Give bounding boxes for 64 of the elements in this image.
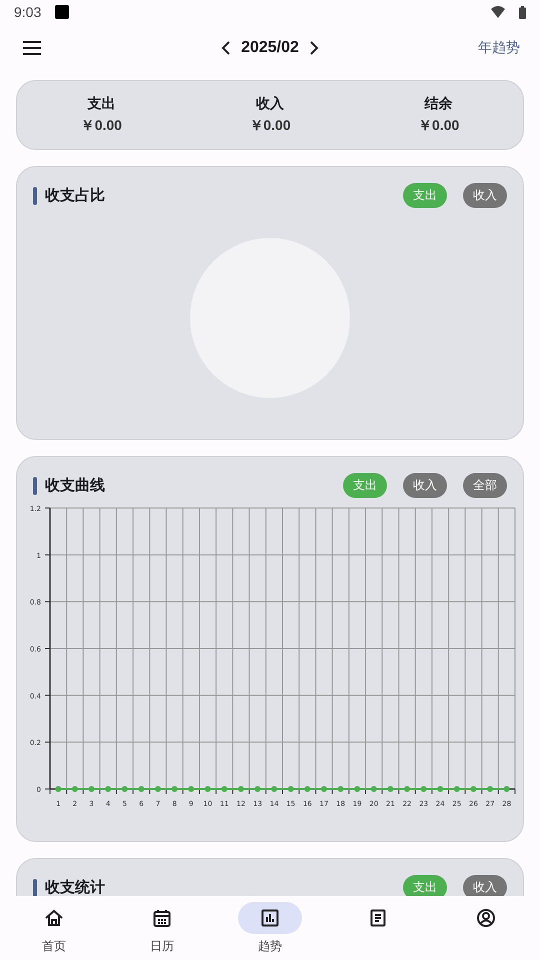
data-point xyxy=(338,786,344,792)
data-point xyxy=(271,786,278,792)
nav-item[interactable]: 日历 xyxy=(108,896,216,960)
calendar-icon xyxy=(152,908,172,928)
title-accent-bar xyxy=(33,476,37,494)
data-point xyxy=(138,786,144,792)
data-point xyxy=(172,786,178,792)
status-time: 9:03 xyxy=(14,4,42,20)
data-point xyxy=(72,786,78,792)
summary-label: 支出 xyxy=(87,95,116,113)
wifi-icon xyxy=(491,6,505,18)
summary-amount: ￥0.00 xyxy=(249,117,291,135)
card-title: 收支统计 xyxy=(45,878,106,896)
title-accent-bar xyxy=(33,878,37,896)
data-point xyxy=(122,786,128,792)
filter-chip[interactable]: 收入 xyxy=(403,473,447,498)
data-point xyxy=(154,786,161,792)
data-point xyxy=(238,786,244,792)
data-point xyxy=(88,786,95,792)
filter-chip[interactable]: 支出 xyxy=(403,875,447,896)
month-label: 2025/02 xyxy=(241,39,299,57)
data-point xyxy=(254,786,261,792)
data-point xyxy=(420,786,427,792)
data-point xyxy=(404,786,410,792)
data-point xyxy=(387,786,394,792)
summary-amount: ￥0.00 xyxy=(80,117,122,135)
data-point xyxy=(105,786,112,792)
data-point xyxy=(454,786,460,792)
data-point xyxy=(504,786,510,792)
data-point xyxy=(221,786,228,792)
data-point xyxy=(188,786,194,792)
next-month-icon[interactable] xyxy=(308,41,319,55)
previous-month-icon[interactable] xyxy=(221,41,232,55)
data-point xyxy=(487,786,494,792)
data-point xyxy=(304,786,310,792)
year-trend-link[interactable]: 年趋势 xyxy=(478,39,520,57)
filter-chip[interactable]: 支出 xyxy=(343,473,387,498)
nav-item[interactable]: 趋势 xyxy=(216,896,324,960)
person-icon xyxy=(476,908,496,928)
summary-label: 结余 xyxy=(424,95,453,113)
home-icon xyxy=(44,908,64,928)
battery-icon xyxy=(519,6,526,18)
card-title: 收支占比 xyxy=(45,186,106,205)
data-point xyxy=(470,786,476,792)
filter-chip[interactable]: 全部 xyxy=(463,473,507,498)
data-point xyxy=(370,786,377,792)
notification-icon xyxy=(55,5,70,19)
card-title: 收支曲线 xyxy=(45,476,106,495)
data-point xyxy=(354,786,360,792)
data-point xyxy=(321,786,328,792)
data-point xyxy=(204,786,211,792)
data-point xyxy=(55,786,62,792)
title-accent-bar xyxy=(33,186,37,204)
document-icon xyxy=(368,908,388,928)
data-point xyxy=(437,786,444,792)
summary-label: 收入 xyxy=(256,95,284,113)
data-point xyxy=(288,786,294,792)
nav-item[interactable]: 首页 xyxy=(0,896,108,960)
summary-amount: ￥0.00 xyxy=(418,117,460,135)
bar-chart-icon xyxy=(260,908,280,928)
filter-chip[interactable]: 收入 xyxy=(463,183,507,208)
filter-chip[interactable]: 收入 xyxy=(463,875,507,896)
filter-chip[interactable]: 支出 xyxy=(403,183,447,208)
menu-icon[interactable] xyxy=(22,41,42,55)
